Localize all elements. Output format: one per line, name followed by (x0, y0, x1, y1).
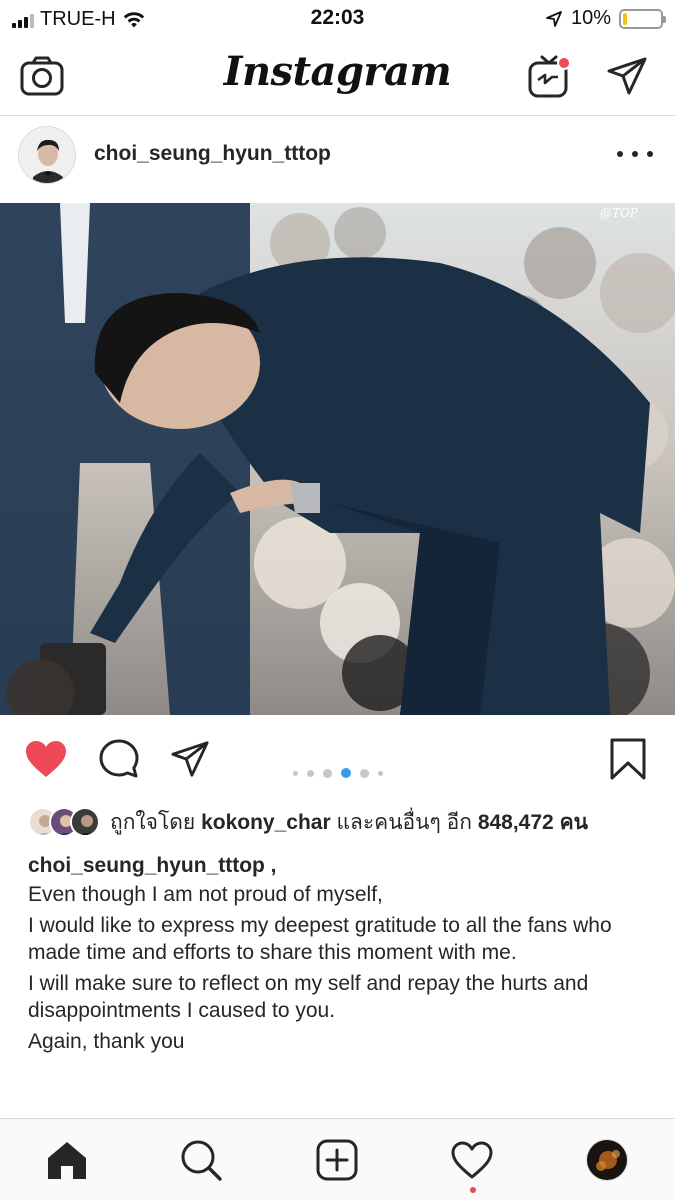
likes-prefix: ถูกใจโดย (110, 810, 196, 834)
likes-count[interactable]: 848,472 (478, 811, 554, 834)
post-actions (0, 715, 675, 801)
activity-heart-icon (451, 1141, 493, 1179)
post-image[interactable]: @TOP (0, 203, 675, 715)
post-username[interactable]: choi_seung_hyun_tttop (94, 142, 331, 166)
instagram-logo: Instagram (223, 48, 452, 95)
caption-line: I will make sure to reflect on my self a… (28, 972, 589, 1022)
post-caption: choi_seung_hyun_tttop , Even though I am… (28, 852, 653, 1059)
author-portrait (19, 127, 75, 183)
caption-line: I would like to express my deepest grati… (28, 914, 612, 964)
direct-message-button[interactable] (603, 52, 651, 100)
battery-percent: 10% (570, 7, 611, 29)
bookmark-icon (610, 738, 646, 780)
nav-new-post[interactable] (314, 1137, 360, 1183)
likes-middle: และคนอื่นๆ อีก (336, 810, 472, 834)
nav-activity[interactable] (449, 1137, 495, 1183)
battery-level (623, 12, 627, 25)
app-header: Instagram (0, 38, 675, 116)
nav-profile[interactable] (584, 1137, 630, 1183)
caption-line: Even though I am not proud of myself, (28, 883, 383, 906)
igtv-button[interactable] (525, 52, 573, 100)
carousel-dot (322, 768, 332, 778)
search-icon (181, 1140, 222, 1181)
likes-suffix: คน (559, 810, 588, 834)
nav-search[interactable] (178, 1137, 224, 1183)
battery-icon (619, 8, 666, 29)
carousel-indicator (0, 768, 675, 778)
likes-summary[interactable]: ถูกใจโดย kokony_char และคนอื่นๆ อีก 848,… (28, 805, 588, 839)
carousel-dot (359, 768, 369, 778)
carousel-dot (377, 770, 383, 776)
paper-plane-icon (607, 57, 647, 95)
post-photo: @TOP (0, 203, 675, 715)
liker-username[interactable]: kokony_char (201, 811, 331, 834)
more-options-button[interactable] (617, 139, 653, 169)
caption-line: Again, thank you (28, 1030, 185, 1053)
author-avatar[interactable] (18, 126, 76, 184)
carousel-dot (292, 770, 298, 776)
post-header: choi_seung_hyun_tttop (0, 117, 675, 203)
caption-username[interactable]: choi_seung_hyun_tttop , (28, 852, 653, 879)
carousel-dot (306, 769, 314, 777)
liker-avatar (70, 807, 100, 837)
liker-avatars (28, 807, 100, 837)
status-bar: TRUE-H 22:03 10% (0, 0, 675, 38)
ellipsis-icon (617, 151, 623, 157)
add-post-icon (316, 1139, 358, 1181)
profile-avatar (586, 1139, 628, 1181)
location-arrow-icon (546, 10, 562, 27)
status-right: 10% (545, 7, 666, 30)
activity-notification-dot (470, 1187, 476, 1193)
carousel-dot-active (340, 768, 351, 778)
likes-text: ถูกใจโดย kokony_char และคนอื่นๆ อีก 848,… (110, 806, 588, 839)
home-icon (48, 1142, 86, 1179)
igtv-icon (528, 55, 571, 98)
image-watermark: @TOP (600, 206, 639, 220)
save-button[interactable] (606, 737, 650, 781)
bottom-navigation (0, 1118, 675, 1200)
nav-home[interactable] (44, 1137, 90, 1183)
